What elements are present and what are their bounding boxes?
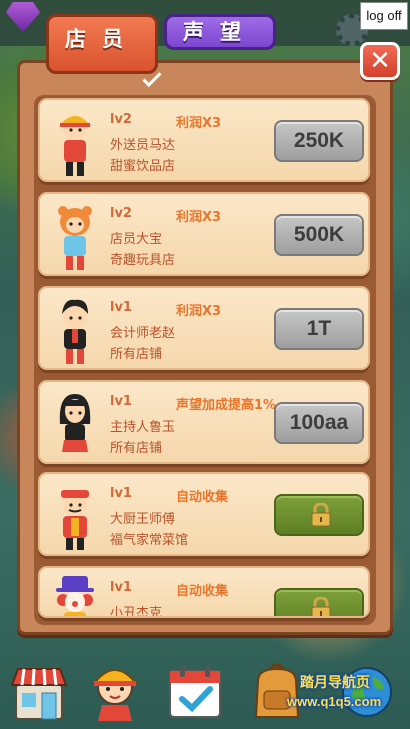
- staff-level: lv2: [110, 112, 132, 127]
- backpack-icon[interactable]: [246, 661, 308, 723]
- staff-name: 店员大宝: [110, 232, 163, 247]
- staff-card: lv2 利润X3 外送员马达甜蜜饮品店 250K: [38, 98, 370, 182]
- staff-bonus: 利润X3: [176, 116, 222, 131]
- close-icon: ✕: [369, 46, 391, 76]
- staff-name: 外送员马达: [110, 138, 176, 153]
- staff-level: lv2: [110, 206, 132, 221]
- staff-name: 小丑杰克: [110, 606, 163, 618]
- hire-price-button[interactable]: 1T: [274, 308, 364, 350]
- staff-avatar: [56, 576, 94, 616]
- staff-level: lv1: [110, 300, 132, 315]
- staff-avatar: [61, 490, 89, 550]
- locked-hire-button[interactable]: [274, 588, 364, 616]
- staff-icon[interactable]: [84, 661, 146, 723]
- staff-level: lv1: [110, 394, 132, 409]
- staff-avatar: [60, 116, 92, 176]
- staff-avatar: [62, 299, 88, 364]
- staff-level: lv1: [110, 580, 132, 595]
- globe-icon[interactable]: [336, 661, 398, 723]
- staff-bonus: 自动收集: [176, 584, 229, 599]
- staff-shop: 福气家常菜馆: [110, 533, 189, 548]
- bottom-nav: [0, 655, 410, 729]
- hire-price-button[interactable]: 100aa: [274, 402, 364, 444]
- tab-reputation[interactable]: 声望: [164, 14, 276, 50]
- locked-hire-button[interactable]: [274, 494, 364, 536]
- watermark-url: www.q1q5.com: [287, 694, 382, 709]
- staff-avatar: [58, 206, 92, 270]
- staff-card: lv1 声望加成提高1% 主持人鲁玉所有店铺 100aa: [38, 380, 370, 464]
- staff-card: lv1 自动收集小丑杰克: [38, 566, 370, 618]
- hire-price-button[interactable]: 250K: [274, 120, 364, 162]
- staff-name: 大厨王师傅: [110, 512, 176, 527]
- shop-icon[interactable]: [8, 661, 70, 723]
- staff-name: 主持人鲁玉: [110, 420, 176, 435]
- staff-shop: 所有店铺: [110, 347, 163, 362]
- staff-avatar: [59, 394, 91, 460]
- gem-icon[interactable]: [6, 2, 40, 32]
- tab-staff[interactable]: 店员: [46, 14, 162, 88]
- staff-bonus: 声望加成提高1%: [176, 398, 277, 413]
- close-button[interactable]: ✕: [360, 42, 400, 80]
- staff-shop: 所有店铺: [110, 441, 163, 456]
- staff-card: lv1 自动收集 大厨王师傅福气家常菜馆: [38, 472, 370, 556]
- tab-staff-label: 店员: [65, 26, 139, 51]
- staff-name: 会计师老赵: [110, 326, 176, 341]
- staff-shop: 奇趣玩具店: [110, 253, 176, 268]
- log-off-button[interactable]: log off: [360, 2, 408, 30]
- staff-card: lv2 利润X3 店员大宝奇趣玩具店 500K: [38, 192, 370, 276]
- staff-card: lv1 利润X3 会计师老赵所有店铺 1T: [38, 286, 370, 370]
- staff-shop: 甜蜜饮品店: [110, 159, 176, 174]
- staff-bonus: 自动收集: [176, 490, 229, 505]
- staff-bonus: 利润X3: [176, 210, 222, 225]
- staff-bonus: 利润X3: [176, 304, 222, 319]
- staff-level: lv1: [110, 486, 132, 501]
- hire-price-button[interactable]: 500K: [274, 214, 364, 256]
- watermark-title: 踏月导航页: [300, 675, 370, 691]
- calendar-icon[interactable]: [164, 661, 226, 723]
